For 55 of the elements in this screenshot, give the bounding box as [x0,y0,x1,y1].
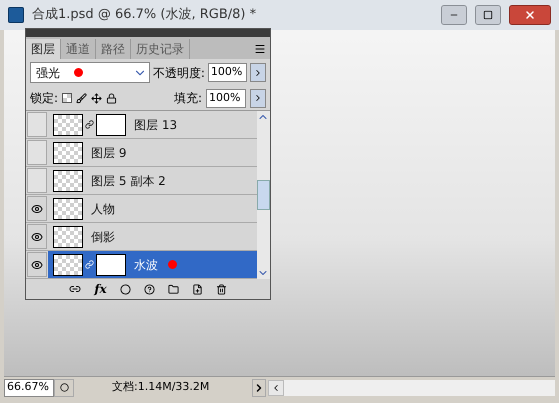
trash-icon[interactable] [216,284,227,294]
layer-thumbnail [53,170,83,192]
layer-row[interactable]: 水波 [48,251,257,278]
lock-label: 锁定: [30,90,58,107]
app-logo-icon [8,7,24,23]
layer-name: 图层 9 [91,144,126,162]
layer-name: 人物 [91,200,115,218]
blend-mode-dropdown[interactable]: 强光 [30,62,150,83]
window-title: 合成1.psd @ 66.7% (水波, RGB/8) * [32,6,258,24]
opacity-field[interactable]: 100% [208,63,248,82]
layer-thumbnail [53,254,83,276]
layer-thumbnail [53,226,83,248]
layer-thumbnail [53,142,83,164]
brush-icon[interactable] [76,92,88,104]
mask-thumbnail [96,254,126,276]
layer-name: 倒影 [91,228,115,246]
zoom-field[interactable]: 66.67% [4,378,54,396]
circle-icon [60,383,68,392]
layer-style-button[interactable]: fx [94,280,107,298]
status-menu-button[interactable] [252,378,266,396]
scroll-left-button[interactable] [268,380,284,396]
visibility-toggle[interactable] [27,168,47,193]
layer-name: 图层 13 [134,116,178,134]
visibility-toggle[interactable] [27,112,47,137]
fill-label: 填充: [174,90,202,107]
lock-icon[interactable] [106,92,118,104]
layer-name: 图层 5 副本 2 [91,172,166,190]
layer-thumbnail [53,114,83,136]
mask-thumbnail [96,114,126,136]
fill-field[interactable]: 100% [206,88,246,108]
panel-menu-icon[interactable] [254,43,266,55]
eye-icon [31,202,43,214]
close-icon [524,9,536,21]
move-icon[interactable] [91,92,102,104]
panel-tab[interactable]: 图层 [26,39,61,59]
visibility-toggle[interactable] [27,140,47,165]
status-icon[interactable] [54,378,74,396]
close-button[interactable] [509,5,551,25]
lock-transparency-icon[interactable] [62,93,72,103]
link-layers-icon[interactable] [69,283,82,295]
new-layer-icon[interactable] [192,284,203,294]
maximize-button[interactable] [475,5,501,25]
document-size: 文档:1.14M/33.2M [112,379,210,396]
scroll-thumb[interactable] [257,180,270,210]
blend-mode-value: 强光 [36,64,60,82]
layer-thumbnail [53,198,83,220]
visibility-toggle[interactable] [27,224,47,249]
layer-name: 水波 [134,256,158,274]
maximize-icon [483,10,493,20]
visibility-toggle[interactable] [27,252,47,277]
folder-icon[interactable] [168,284,179,294]
eye-icon [31,258,43,270]
visibility-toggle[interactable] [27,196,47,221]
opacity-label: 不透明度: [152,64,205,82]
eye-icon [31,230,43,242]
